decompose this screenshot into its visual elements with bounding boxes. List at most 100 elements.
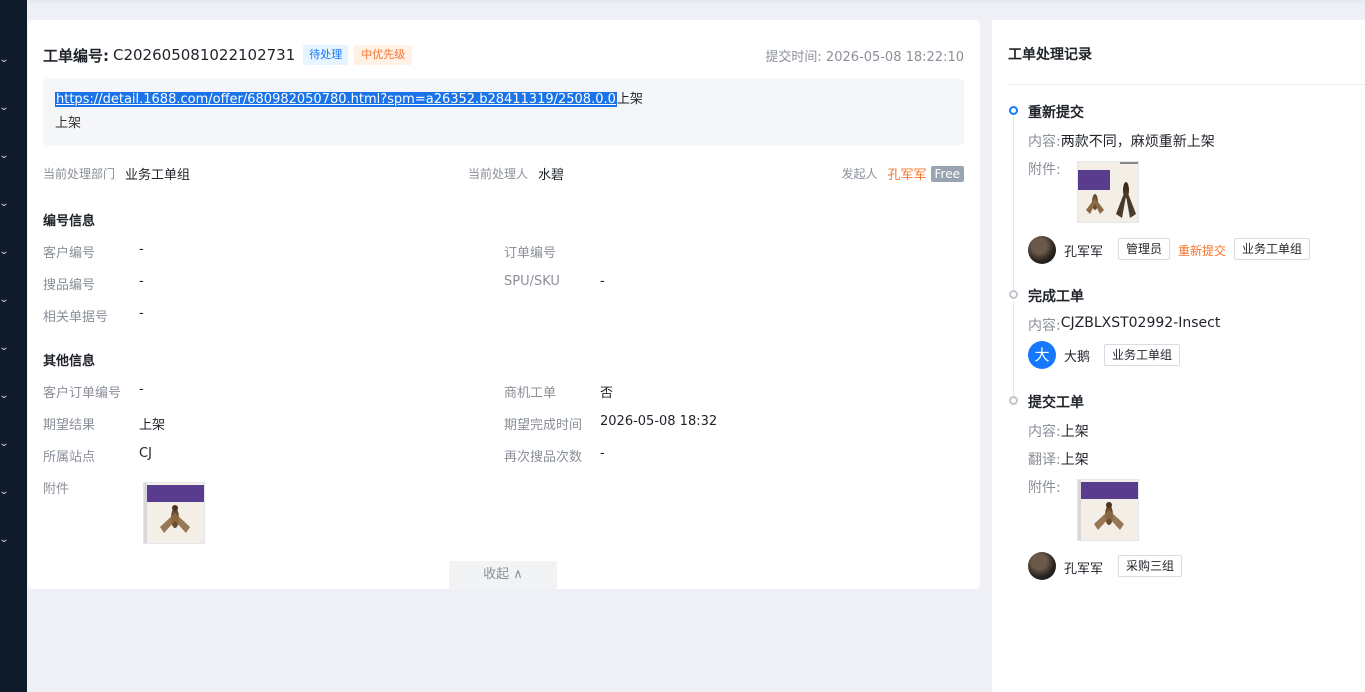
- field-expected-result: 期望结果 上架: [43, 414, 165, 433]
- ticket-detail-card: 工单编号: C202605081022102731 待处理 中优先级 提交时间:…: [28, 20, 980, 589]
- current-handler-label: 当前处理人: [468, 167, 529, 181]
- record-attachment: 附件:: [1028, 477, 1061, 497]
- insect-image: [1078, 162, 1138, 222]
- field-label: 订单编号: [504, 246, 557, 261]
- records-panel: 工单处理记录 重新提交 内容: 两款不同，麻烦重新上架 附件: 孔军军 管理员 …: [992, 20, 1365, 692]
- timeline-dot: [1009, 396, 1018, 405]
- initiator-value: 孔军军 Free: [888, 164, 964, 183]
- chevron-down-icon[interactable]: ⌄: [0, 391, 12, 401]
- field-label: 客户订单编号: [43, 386, 122, 401]
- field-order-no: 订单编号: [504, 242, 600, 261]
- field-value: 上架: [139, 418, 166, 433]
- field-label: 搜品编号: [43, 278, 96, 293]
- attachment-thumbnail[interactable]: [1077, 161, 1139, 223]
- user-name: 大鹅: [1064, 350, 1091, 365]
- field-value: -: [139, 306, 144, 321]
- user-name: 孔军军: [1064, 562, 1104, 577]
- records-title: 工单处理记录: [1008, 47, 1092, 63]
- translate-label: 翻译:: [1028, 452, 1061, 468]
- chevron-down-icon[interactable]: ⌄: [0, 295, 12, 305]
- field-value: 2026-05-08 18:32: [600, 414, 718, 429]
- collapse-button[interactable]: 收起 ∧: [449, 561, 557, 589]
- field-value: -: [600, 274, 605, 289]
- role-chip: 管理员: [1118, 238, 1171, 260]
- chevron-down-icon[interactable]: ⌄: [0, 247, 12, 257]
- field-label: 期望结果: [43, 418, 96, 433]
- field-site: 所属站点 CJ: [43, 446, 152, 465]
- initiator: 发起人 孔军军 Free: [841, 164, 964, 183]
- current-handler: 当前处理人 水碧: [468, 164, 564, 183]
- content-label: 内容:: [1028, 424, 1061, 440]
- chevron-down-icon[interactable]: ⌄: [0, 199, 12, 209]
- free-badge: Free: [930, 165, 964, 182]
- field-customer-no: 客户编号 -: [43, 242, 144, 261]
- field-spu-sku: SPU/SKU -: [504, 274, 605, 289]
- content-value: 上架: [1060, 424, 1089, 440]
- field-label: 附件: [43, 482, 70, 497]
- timeline-line: [1013, 116, 1014, 294]
- field-attachment: 附件: [43, 478, 139, 497]
- ticket-header: 工单编号: C202605081022102731 待处理 中优先级: [43, 44, 413, 66]
- initiator-name[interactable]: 孔军军: [888, 164, 927, 183]
- timeline-line: [1013, 300, 1014, 400]
- top-bar: [27, 0, 1365, 3]
- attachment-thumbnail[interactable]: [143, 482, 205, 544]
- ticket-number: C202605081022102731: [113, 46, 296, 64]
- timeline-dot: [1009, 290, 1018, 299]
- content-label: 内容:: [1028, 134, 1061, 150]
- record-title: 提交工单: [1028, 395, 1084, 411]
- record-content: 内容: 上架: [1028, 421, 1089, 441]
- current-dept-value: 业务工单组: [125, 168, 191, 183]
- handling-info: 当前处理部门 业务工单组 当前处理人 水碧 发起人 孔军军 Free: [43, 164, 964, 184]
- record-attachment: 附件:: [1028, 159, 1061, 179]
- avatar: [1028, 236, 1056, 264]
- group-chip: 业务工单组: [1104, 344, 1181, 366]
- chevron-down-icon[interactable]: ⌄: [0, 343, 12, 353]
- divider: [1008, 84, 1365, 85]
- record-title: 重新提交: [1028, 105, 1084, 121]
- description-link[interactable]: https://detail.1688.com/offer/6809820507…: [55, 92, 617, 107]
- field-expected-time: 期望完成时间 2026-05-08 18:32: [504, 414, 717, 433]
- group-chip: 采购三组: [1118, 555, 1183, 577]
- content-value: 两款不同，麻烦重新上架: [1060, 134, 1215, 150]
- field-search-no: 搜品编号 -: [43, 274, 144, 293]
- description-box: https://detail.1688.com/offer/6809820507…: [43, 78, 964, 146]
- record-title: 完成工单: [1028, 289, 1084, 305]
- chevron-down-icon[interactable]: ⌄: [0, 103, 12, 113]
- field-label: 期望完成时间: [504, 418, 583, 433]
- chevron-down-icon[interactable]: ⌄: [0, 439, 12, 449]
- current-dept-label: 当前处理部门: [43, 167, 116, 181]
- action-label: 重新提交: [1178, 244, 1227, 258]
- translate-value: 上架: [1060, 452, 1089, 468]
- chevron-down-icon[interactable]: ⌄: [0, 487, 12, 497]
- field-related-doc: 相关单据号 -: [43, 306, 144, 325]
- description-line: https://detail.1688.com/offer/6809820507…: [55, 90, 952, 110]
- field-value: -: [600, 446, 605, 461]
- field-value: -: [139, 382, 144, 397]
- number-info-title: 编号信息: [43, 214, 96, 229]
- field-value: -: [139, 274, 144, 289]
- initiator-label: 发起人: [841, 167, 878, 181]
- attachment-thumbnail[interactable]: [1077, 479, 1139, 541]
- field-value: 否: [600, 386, 614, 401]
- timeline-dot: [1009, 106, 1018, 115]
- ticket-title-label: 工单编号:: [43, 46, 109, 65]
- current-handler-value: 水碧: [538, 168, 565, 183]
- chevron-down-icon[interactable]: ⌄: [0, 535, 12, 545]
- chevron-down-icon[interactable]: ⌄: [0, 151, 12, 161]
- field-label: 客户编号: [43, 246, 96, 261]
- left-nav: ⌄ ⌄ ⌄ ⌄ ⌄ ⌄ ⌄ ⌄ ⌄ ⌄ ⌄: [0, 0, 27, 692]
- field-label: 商机工单: [504, 386, 557, 401]
- attach-label: 附件:: [1028, 480, 1061, 496]
- attach-label: 附件:: [1028, 162, 1061, 178]
- other-info-title: 其他信息: [43, 354, 96, 369]
- description-suffix: 上架: [616, 92, 643, 107]
- chevron-down-icon[interactable]: ⌄: [0, 55, 12, 65]
- record-content: 内容: 两款不同，麻烦重新上架: [1028, 131, 1215, 151]
- field-label: SPU/SKU: [504, 274, 560, 289]
- content-label: 内容:: [1028, 318, 1061, 334]
- field-customer-order-no: 客户订单编号 -: [43, 382, 144, 401]
- record-translation: 翻译: 上架: [1028, 449, 1089, 469]
- field-opportunity: 商机工单 否: [504, 382, 613, 401]
- user-name: 孔军军: [1064, 245, 1104, 260]
